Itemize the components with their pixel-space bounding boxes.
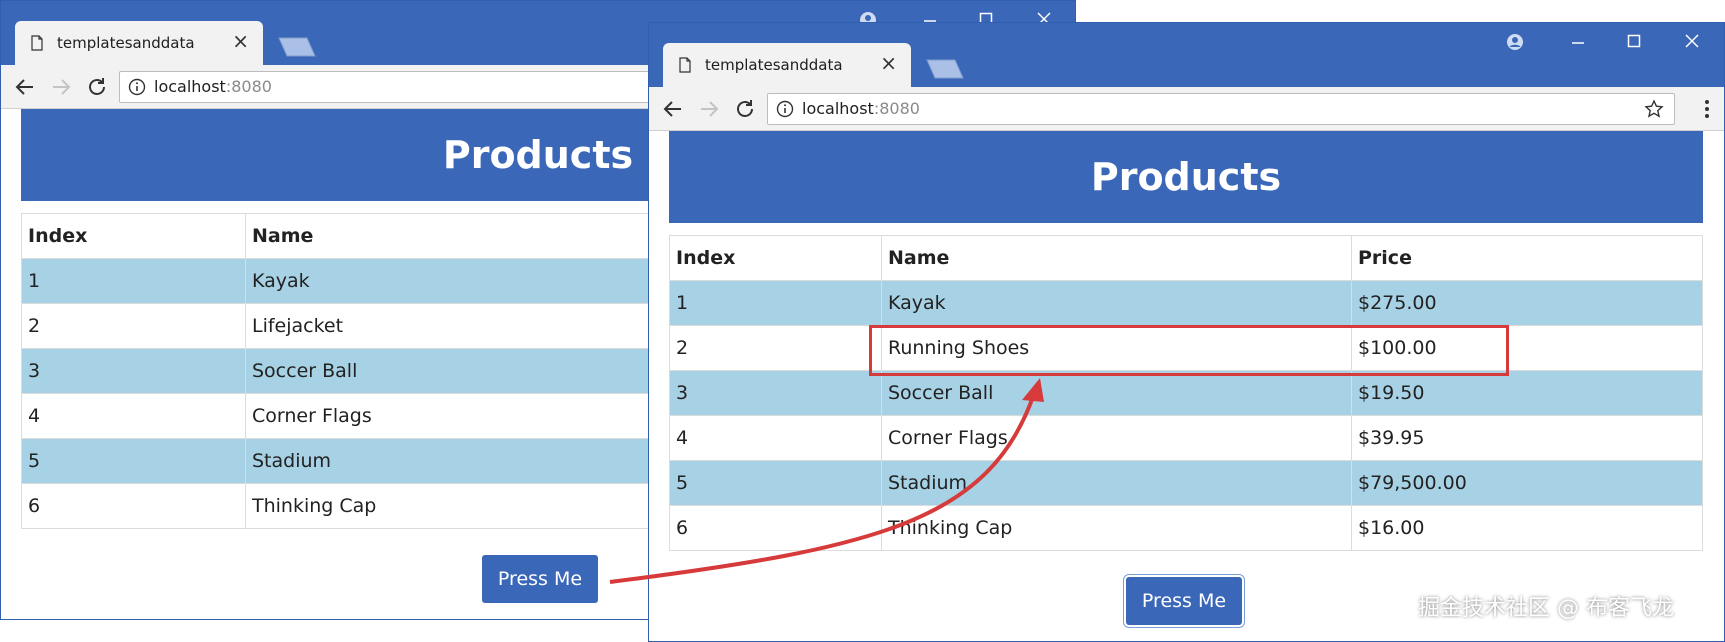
cell-index: 2 bbox=[21, 303, 246, 349]
page-icon bbox=[31, 35, 43, 51]
cell-name: Soccer Ball bbox=[881, 370, 1352, 416]
maximize-icon[interactable] bbox=[1617, 27, 1651, 57]
cell-index: 1 bbox=[21, 258, 246, 304]
table-row: 2 Running Shoes $100.00 bbox=[669, 325, 1703, 371]
browser-tab[interactable]: templatesanddata × bbox=[663, 43, 911, 87]
browser-window-after: templatesanddata × localhost:8080 Produc… bbox=[648, 22, 1725, 642]
watermark: 掘金技术社区 @ 布客飞龙 bbox=[1418, 596, 1674, 621]
new-tab-icon[interactable] bbox=[277, 37, 317, 57]
back-arrow-icon[interactable] bbox=[661, 97, 685, 121]
info-icon[interactable] bbox=[128, 78, 146, 96]
column-header-index: Index bbox=[669, 235, 882, 281]
press-me-button[interactable]: Press Me bbox=[1126, 577, 1242, 625]
cell-price: $19.50 bbox=[1351, 370, 1703, 416]
column-header-price: Price bbox=[1351, 235, 1703, 281]
new-tab-icon[interactable] bbox=[925, 59, 965, 79]
cell-index: 2 bbox=[669, 325, 882, 371]
page-title: Products bbox=[669, 131, 1703, 223]
minimize-icon[interactable] bbox=[1561, 27, 1595, 57]
cell-name: Stadium bbox=[881, 460, 1352, 506]
table-row: 6 Thinking Cap $16.00 bbox=[669, 505, 1703, 551]
press-me-button[interactable]: Press Me bbox=[482, 555, 598, 603]
cell-name: Running Shoes bbox=[881, 325, 1352, 371]
column-header-name: Name bbox=[881, 235, 1352, 281]
cell-index: 3 bbox=[21, 348, 246, 394]
cell-index: 1 bbox=[669, 280, 882, 326]
title-bar: templatesanddata × bbox=[649, 23, 1724, 87]
cell-index: 4 bbox=[21, 393, 246, 439]
table-header-row: Index Name Price bbox=[669, 235, 1703, 281]
table-row: 1 Kayak $275.00 bbox=[669, 280, 1703, 326]
cell-index: 3 bbox=[669, 370, 882, 416]
tab-title: templatesanddata bbox=[57, 34, 195, 52]
forward-arrow-icon[interactable] bbox=[49, 75, 73, 99]
column-header-index: Index bbox=[21, 213, 246, 259]
page-icon bbox=[679, 57, 691, 73]
table-row: 3 Soccer Ball $19.50 bbox=[669, 370, 1703, 416]
info-icon[interactable] bbox=[776, 100, 794, 118]
url-host: localhost bbox=[802, 99, 874, 118]
cell-name: Corner Flags bbox=[881, 415, 1352, 461]
url-text: localhost:8080 bbox=[154, 72, 272, 102]
browser-toolbar: localhost:8080 bbox=[649, 87, 1724, 131]
table-row: 4 Corner Flags $39.95 bbox=[669, 415, 1703, 461]
cell-index: 6 bbox=[21, 483, 246, 529]
cell-price: $79,500.00 bbox=[1351, 460, 1703, 506]
cell-price: $39.95 bbox=[1351, 415, 1703, 461]
cell-name: Thinking Cap bbox=[881, 505, 1352, 551]
close-tab-icon[interactable]: × bbox=[232, 31, 249, 51]
products-table: Index Name Price 1 Kayak $275.00 2 Runni… bbox=[669, 235, 1703, 551]
browser-tab[interactable]: templatesanddata × bbox=[15, 21, 263, 65]
menu-dots-icon[interactable] bbox=[1704, 97, 1710, 121]
close-tab-icon[interactable]: × bbox=[880, 53, 897, 73]
table-row: 5 Stadium $79,500.00 bbox=[669, 460, 1703, 506]
url-port: :8080 bbox=[225, 77, 272, 96]
url-host: localhost bbox=[154, 77, 226, 96]
tab-title: templatesanddata bbox=[705, 56, 843, 74]
cell-name: Kayak bbox=[881, 280, 1352, 326]
url-port: :8080 bbox=[873, 99, 920, 118]
back-arrow-icon[interactable] bbox=[13, 75, 37, 99]
page-content: Products Index Name Price 1 Kayak $275.0… bbox=[649, 131, 1724, 641]
reload-icon[interactable] bbox=[733, 97, 757, 121]
bookmark-star-icon[interactable] bbox=[1644, 99, 1664, 119]
close-window-icon[interactable] bbox=[1675, 27, 1709, 57]
profile-icon[interactable] bbox=[1498, 27, 1532, 57]
cell-price: $275.00 bbox=[1351, 280, 1703, 326]
url-text: localhost:8080 bbox=[802, 94, 920, 124]
cell-index: 6 bbox=[669, 505, 882, 551]
cell-price: $16.00 bbox=[1351, 505, 1703, 551]
cell-index: 5 bbox=[21, 438, 246, 484]
forward-arrow-icon[interactable] bbox=[697, 97, 721, 121]
cell-index: 5 bbox=[669, 460, 882, 506]
address-bar[interactable]: localhost:8080 bbox=[767, 93, 1675, 125]
cell-price: $100.00 bbox=[1351, 325, 1703, 371]
cell-index: 4 bbox=[669, 415, 882, 461]
reload-icon[interactable] bbox=[85, 75, 109, 99]
